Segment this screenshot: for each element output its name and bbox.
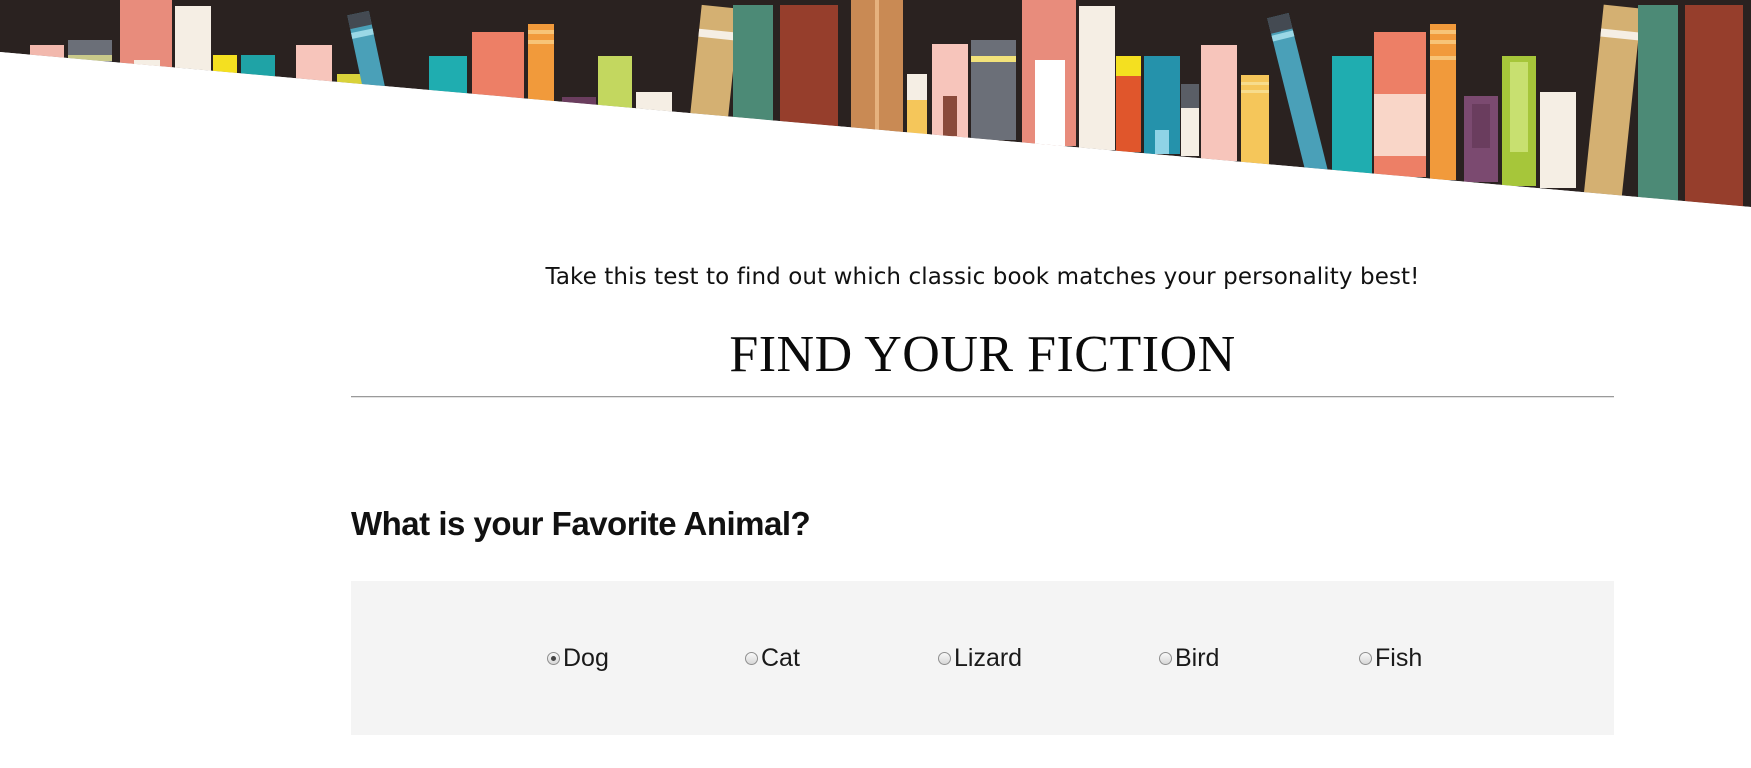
option-cat[interactable]: Cat: [745, 643, 800, 673]
option-lizard[interactable]: Lizard: [938, 643, 1022, 673]
option-label-lizard[interactable]: Lizard: [954, 644, 1022, 673]
page-title: FIND YOUR FICTION: [729, 326, 1236, 383]
option-bird[interactable]: Bird: [1159, 643, 1219, 673]
option-label-fish[interactable]: Fish: [1375, 644, 1422, 673]
question-heading: What is your Favorite Animal?: [351, 505, 811, 542]
option-dog[interactable]: Dog: [547, 643, 609, 673]
page-tagline: Take this test to find out which classic…: [545, 264, 1420, 290]
option-label-cat[interactable]: Cat: [761, 644, 800, 673]
option-label-dog[interactable]: Dog: [563, 644, 609, 673]
radio-fish[interactable]: [1359, 651, 1372, 665]
page: Take this test to find out which classic…: [0, 0, 1751, 768]
option-label-bird[interactable]: Bird: [1175, 644, 1219, 673]
answer-options-panel: Dog Cat Lizard Bird Fish: [351, 581, 1614, 735]
bookshelf-banner-image: [0, 0, 1751, 210]
radio-bird[interactable]: [1159, 651, 1172, 665]
radio-dog[interactable]: [547, 651, 560, 665]
radio-cat[interactable]: [745, 651, 758, 665]
option-fish[interactable]: Fish: [1359, 643, 1422, 673]
title-divider: [351, 396, 1614, 398]
radio-lizard[interactable]: [938, 651, 951, 665]
